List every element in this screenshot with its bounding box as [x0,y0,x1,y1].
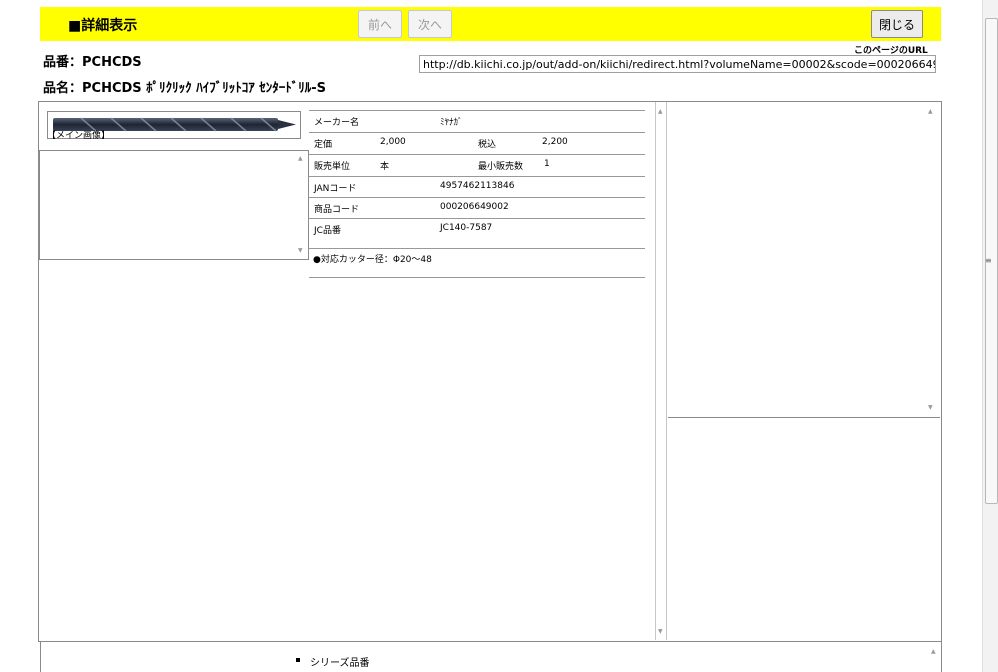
scroll-down-icon[interactable]: ▼ [298,247,303,254]
product-note: ●対応カッター径：Φ20～48 [313,255,432,265]
part-number: 品番：PCHCDS [43,55,142,70]
divider [309,277,645,278]
spec-value: 2,200 [542,137,568,147]
spec-value: 4957462113846 [440,181,515,191]
part-name: 品名：PCHCDS ﾎﾟﾘｸﾘｯｸ ﾊｲﾌﾞﾘｯﾄｺｱ ｾﾝﾀｰﾄﾞﾘﾙ-S [43,81,326,96]
scroll-up-icon[interactable]: ▲ [931,648,936,655]
series-panel: ▲ [40,642,942,672]
series-label: シリーズ品番 [310,658,370,669]
spec-value: 1 [544,159,550,169]
spec-value: JC140-7587 [440,223,493,233]
spec-value: 本 [380,162,390,172]
scroll-down-icon[interactable]: ▼ [928,404,933,411]
table-row: メーカー名 ﾐﾔﾅｶﾞ [309,110,645,132]
grip-icon: ≡ [985,256,992,265]
header-bar: ■詳細表示 前へ 次へ 閉じる [40,7,941,41]
window-scrollbar[interactable] [982,0,998,672]
page-title: ■詳細表示 [68,18,138,34]
spec-label: 税込 [478,140,497,150]
spec-value: 000206649002 [440,202,509,212]
table-row: 販売単位 本 最小販売数 1 [309,154,645,176]
table-row: 商品コード 000206649002 [309,197,645,219]
spec-label: メーカー名 [314,118,360,128]
spec-label: JC品番 [314,226,341,236]
scroll-up-icon[interactable]: ▲ [658,108,663,115]
scroll-up-icon[interactable]: ▲ [298,155,303,162]
bullet-icon [296,658,300,662]
table-row: 定価 2,000 税込 2,200 [309,132,645,154]
panel-scrollbar[interactable]: ▲ ▼ [655,102,667,640]
scroll-up-icon[interactable]: ▲ [928,108,933,115]
close-button[interactable]: 閉じる [871,10,923,38]
prev-button[interactable]: 前へ [358,10,402,38]
image-list-panel: ▲ ▼ [39,150,309,260]
scroll-down-icon[interactable]: ▼ [658,628,663,635]
right-panel: ▲ ▼ [668,102,940,418]
table-row: JC品番 JC140-7587 [309,218,645,240]
spec-label: 商品コード [314,205,360,215]
page-url-field[interactable]: http://db.kiichi.co.jp/out/add-on/kiichi… [419,55,936,73]
spec-label: 最小販売数 [478,162,524,172]
table-row: JANコード 4957462113846 [309,176,645,198]
spec-value: ﾐﾔﾅｶﾞ [440,118,463,128]
spec-label: JANコード [314,184,357,194]
divider [309,248,645,249]
spec-label: 販売単位 [314,162,351,172]
spec-value: 2,000 [380,137,406,147]
image-caption: 【メイン画像】 [47,131,111,141]
next-button[interactable]: 次へ [408,10,452,38]
spec-label: 定価 [314,140,333,150]
